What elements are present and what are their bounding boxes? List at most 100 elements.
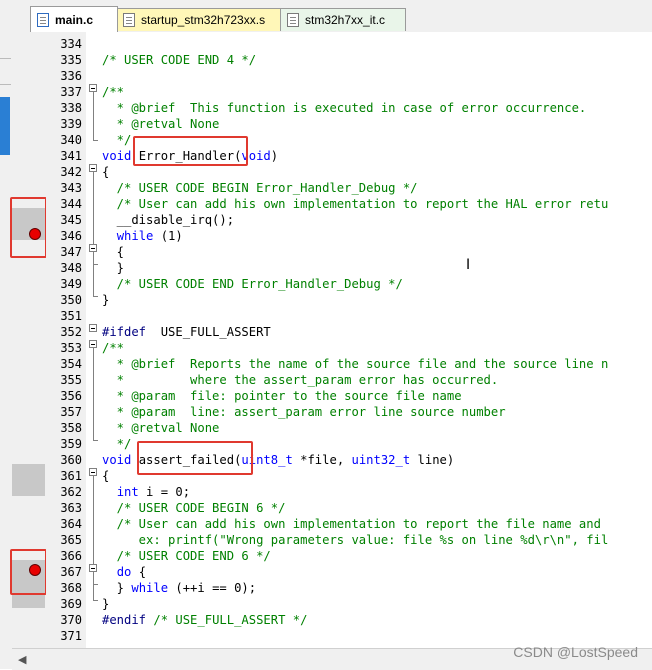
line-number: 368 [60, 581, 82, 595]
fold-guide [93, 348, 94, 440]
asm-file-icon [123, 13, 135, 27]
line-number: 347 [60, 245, 82, 259]
fold-toggle-icon[interactable] [89, 84, 97, 92]
code-line[interactable]: * @brief This function is executed in ca… [102, 100, 587, 116]
line-number: 340 [60, 133, 82, 147]
code-line[interactable]: } [102, 260, 124, 276]
c-file-icon [37, 12, 49, 27]
fold-toggle-icon[interactable] [89, 468, 97, 476]
fold-toggle-icon[interactable] [89, 244, 97, 252]
editor-tab-bar: main.c startup_stm32h723xx.s stm32h7xx_i… [12, 0, 652, 33]
tab-main-c[interactable]: main.c [30, 6, 118, 32]
line-number: 351 [60, 309, 82, 323]
fold-toggle-icon[interactable] [89, 324, 97, 332]
code-line[interactable]: * where the assert_param error has occur… [102, 372, 499, 388]
code-line[interactable]: { [102, 244, 124, 260]
fold-guide [93, 92, 94, 140]
code-line[interactable]: /** [102, 340, 124, 356]
line-number: 337 [60, 85, 82, 99]
c-file-icon [287, 13, 299, 27]
breakpoint-line-shade [12, 464, 45, 496]
fold-guide [93, 172, 94, 296]
code-line[interactable]: { [102, 164, 109, 180]
line-number: 343 [60, 181, 82, 195]
code-line[interactable]: /* USER CODE END 6 */ [102, 548, 271, 564]
code-line[interactable]: * @retval None [102, 116, 220, 132]
tab-startup-s[interactable]: startup_stm32h723xx.s [116, 8, 282, 31]
line-number: 345 [60, 213, 82, 227]
line-number: 352 [60, 325, 82, 339]
tab-label: main.c [55, 12, 94, 27]
line-number: 354 [60, 357, 82, 371]
line-number: 363 [60, 501, 82, 515]
line-number: 364 [60, 517, 82, 531]
code-line[interactable]: /* User can add his own implementation t… [102, 516, 601, 532]
code-line[interactable]: __disable_irq(); [102, 212, 234, 228]
line-number: 339 [60, 117, 82, 131]
code-line[interactable]: /* USER CODE BEGIN 6 */ [102, 500, 286, 516]
line-number: 371 [60, 629, 82, 643]
fold-gutter [86, 32, 98, 648]
line-number: 348 [60, 261, 82, 275]
line-number: 365 [60, 533, 82, 547]
line-number: 359 [60, 437, 82, 451]
code-line[interactable]: /* USER CODE BEGIN Error_Handler_Debug *… [102, 180, 418, 196]
line-number: 362 [60, 485, 82, 499]
line-number: 336 [60, 69, 82, 83]
line-number: 367 [60, 565, 82, 579]
code-line[interactable]: { [102, 468, 109, 484]
fold-toggle-icon[interactable] [89, 340, 97, 348]
code-line[interactable]: /* User can add his own implementation t… [102, 196, 609, 212]
code-line[interactable]: * @retval None [102, 420, 220, 436]
code-line[interactable]: */ [102, 436, 132, 452]
code-line[interactable]: } while (++i == 0); [102, 580, 256, 596]
panel-divider [0, 84, 11, 85]
line-number: 369 [60, 597, 82, 611]
code-line[interactable]: * @param file: pointer to the source fil… [102, 388, 462, 404]
line-number: 346 [60, 229, 82, 243]
code-line[interactable]: while (1) [102, 228, 183, 244]
code-line[interactable]: * @param line: assert_param error line s… [102, 404, 506, 420]
function-highlight-box [133, 136, 248, 166]
panel-selection-indicator [0, 97, 10, 155]
text-cursor-icon: I [466, 257, 471, 273]
code-line[interactable]: } [102, 292, 109, 308]
line-number: 350 [60, 293, 82, 307]
code-line[interactable]: * @brief Reports the name of the source … [102, 356, 609, 372]
line-number: 353 [60, 341, 82, 355]
function-highlight-box [137, 441, 253, 475]
code-line[interactable]: ex: printf("Wrong parameters value: file… [102, 532, 609, 548]
line-number: 335 [60, 53, 82, 67]
line-number: 370 [60, 613, 82, 627]
tab-it-c[interactable]: stm32h7xx_it.c [280, 8, 406, 31]
line-number: 361 [60, 469, 82, 483]
code-line[interactable]: #endif /* USE_FULL_ASSERT */ [102, 612, 307, 628]
code-line[interactable]: do { [102, 564, 146, 580]
breakpoint-highlight-box [10, 197, 47, 258]
line-number: 349 [60, 277, 82, 291]
code-line[interactable]: } [102, 596, 109, 612]
panel-divider [0, 58, 11, 59]
code-line[interactable]: /** [102, 84, 124, 100]
breakpoint-highlight-box [10, 549, 47, 595]
fold-guide [93, 476, 94, 600]
line-number-gutter: 334 335 336 337 338 339 340 341 342 343 344 345 346 3… [46, 32, 86, 648]
line-number: 356 [60, 389, 82, 403]
code-line[interactable]: /* USER CODE END Error_Handler_Debug */ [102, 276, 403, 292]
line-number: 357 [60, 405, 82, 419]
fold-toggle-icon[interactable] [89, 564, 97, 572]
tab-label: stm32h7xx_it.c [305, 13, 386, 27]
code-line[interactable]: /* USER CODE END 4 */ [102, 52, 256, 68]
line-number: 342 [60, 165, 82, 179]
code-editor[interactable]: /* USER CODE END 4 */ /** * @brief This f… [98, 32, 652, 648]
watermark: CSDN @LostSpeed [513, 644, 638, 660]
code-line[interactable]: #ifdef USE_FULL_ASSERT [102, 324, 271, 340]
line-number: 334 [60, 37, 82, 51]
fold-toggle-icon[interactable] [89, 164, 97, 172]
line-number: 358 [60, 421, 82, 435]
scroll-left-icon[interactable]: ◀ [18, 653, 26, 666]
line-number: 344 [60, 197, 82, 211]
code-line[interactable]: */ [102, 132, 132, 148]
code-line[interactable]: int i = 0; [102, 484, 190, 500]
line-number: 341 [60, 149, 82, 163]
